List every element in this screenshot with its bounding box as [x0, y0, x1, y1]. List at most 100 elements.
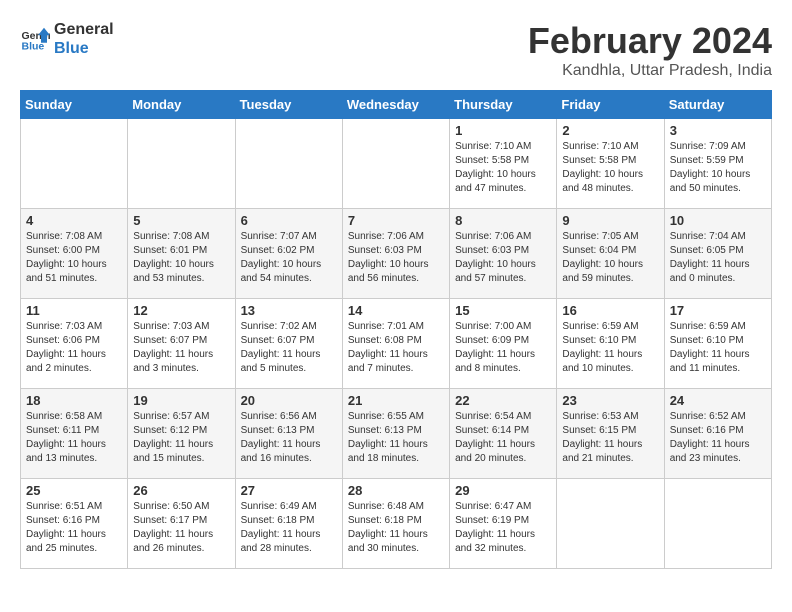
day-info: Sunrise: 6:56 AM Sunset: 6:13 PM Dayligh…: [241, 410, 337, 466]
day-info: Sunrise: 6:51 AM Sunset: 6:16 PM Dayligh…: [26, 500, 122, 556]
logo-general: General: [54, 20, 114, 39]
day-number: 28: [348, 483, 444, 498]
day-number: 12: [133, 303, 229, 318]
empty-day-cell: [128, 119, 235, 209]
day-number: 4: [26, 213, 122, 228]
calendar-day-cell: 15 Sunrise: 7:00 AM Sunset: 6:09 PM Dayli…: [450, 299, 557, 389]
day-number: 24: [670, 393, 766, 408]
calendar-day-cell: 18 Sunrise: 6:58 AM Sunset: 6:11 PM Dayli…: [21, 389, 128, 479]
calendar-day-cell: 7Sunrise: 7:06 AM Sunset: 6:03 PM Daylig…: [342, 209, 449, 299]
calendar-day-cell: 25 Sunrise: 6:51 AM Sunset: 6:16 PM Dayli…: [21, 479, 128, 569]
calendar-day-cell: 16 Sunrise: 6:59 AM Sunset: 6:10 PM Dayli…: [557, 299, 664, 389]
page-title: February 2024: [528, 20, 772, 62]
day-info: Sunrise: 7:06 AM Sunset: 6:03 PM Dayligh…: [348, 230, 444, 286]
calendar-week-row: 25 Sunrise: 6:51 AM Sunset: 6:16 PM Dayli…: [21, 479, 772, 569]
weekday-header-wednesday: Wednesday: [342, 91, 449, 119]
day-info: Sunrise: 6:58 AM Sunset: 6:11 PM Dayligh…: [26, 410, 122, 466]
day-info: Sunrise: 6:49 AM Sunset: 6:18 PM Dayligh…: [241, 500, 337, 556]
calendar-day-cell: 10Sunrise: 7:04 AM Sunset: 6:05 PM Dayli…: [664, 209, 771, 299]
calendar-week-row: 1 Sunrise: 7:10 AM Sunset: 5:58 PM Daylig…: [21, 119, 772, 209]
calendar-day-cell: 3 Sunrise: 7:09 AM Sunset: 5:59 PM Daylig…: [664, 119, 771, 209]
day-info: Sunrise: 7:07 AM Sunset: 6:02 PM Dayligh…: [241, 230, 337, 286]
calendar-week-row: 18 Sunrise: 6:58 AM Sunset: 6:11 PM Dayli…: [21, 389, 772, 479]
day-info: Sunrise: 6:57 AM Sunset: 6:12 PM Dayligh…: [133, 410, 229, 466]
calendar-day-cell: 28 Sunrise: 6:48 AM Sunset: 6:18 PM Dayli…: [342, 479, 449, 569]
calendar-day-cell: 19 Sunrise: 6:57 AM Sunset: 6:12 PM Dayli…: [128, 389, 235, 479]
day-number: 25: [26, 483, 122, 498]
calendar-day-cell: 27Sunrise: 6:49 AM Sunset: 6:18 PM Dayli…: [235, 479, 342, 569]
day-info: Sunrise: 6:59 AM Sunset: 6:10 PM Dayligh…: [562, 320, 658, 376]
day-number: 23: [562, 393, 658, 408]
day-info: Sunrise: 7:10 AM Sunset: 5:58 PM Dayligh…: [562, 140, 658, 196]
day-info: Sunrise: 7:03 AM Sunset: 6:06 PM Dayligh…: [26, 320, 122, 376]
page-subtitle: Kandhla, Uttar Pradesh, India: [528, 62, 772, 80]
calendar-day-cell: 24 Sunrise: 6:52 AM Sunset: 6:16 PM Dayli…: [664, 389, 771, 479]
weekday-header-saturday: Saturday: [664, 91, 771, 119]
calendar-day-cell: 4 Sunrise: 7:08 AM Sunset: 6:00 PM Daylig…: [21, 209, 128, 299]
day-info: Sunrise: 7:10 AM Sunset: 5:58 PM Dayligh…: [455, 140, 551, 196]
day-info: Sunrise: 7:09 AM Sunset: 5:59 PM Dayligh…: [670, 140, 766, 196]
day-number: 6: [241, 213, 337, 228]
day-info: Sunrise: 6:52 AM Sunset: 6:16 PM Dayligh…: [670, 410, 766, 466]
svg-text:Blue: Blue: [22, 41, 45, 53]
day-number: 2: [562, 123, 658, 138]
day-number: 9: [562, 213, 658, 228]
empty-day-cell: [342, 119, 449, 209]
day-number: 15: [455, 303, 551, 318]
calendar-day-cell: 1 Sunrise: 7:10 AM Sunset: 5:58 PM Daylig…: [450, 119, 557, 209]
weekday-header-friday: Friday: [557, 91, 664, 119]
calendar-day-cell: 9Sunrise: 7:05 AM Sunset: 6:04 PM Daylig…: [557, 209, 664, 299]
calendar-day-cell: 22Sunrise: 6:54 AM Sunset: 6:14 PM Dayli…: [450, 389, 557, 479]
day-info: Sunrise: 6:53 AM Sunset: 6:15 PM Dayligh…: [562, 410, 658, 466]
calendar-body: 1 Sunrise: 7:10 AM Sunset: 5:58 PM Daylig…: [21, 119, 772, 569]
day-info: Sunrise: 6:55 AM Sunset: 6:13 PM Dayligh…: [348, 410, 444, 466]
calendar-header: SundayMondayTuesdayWednesdayThursdayFrid…: [21, 91, 772, 119]
day-number: 29: [455, 483, 551, 498]
day-number: 17: [670, 303, 766, 318]
calendar-day-cell: 12 Sunrise: 7:03 AM Sunset: 6:07 PM Dayli…: [128, 299, 235, 389]
calendar-day-cell: 14Sunrise: 7:01 AM Sunset: 6:08 PM Dayli…: [342, 299, 449, 389]
day-info: Sunrise: 7:03 AM Sunset: 6:07 PM Dayligh…: [133, 320, 229, 376]
weekday-header-sunday: Sunday: [21, 91, 128, 119]
calendar-day-cell: 13Sunrise: 7:02 AM Sunset: 6:07 PM Dayli…: [235, 299, 342, 389]
calendar-day-cell: 11 Sunrise: 7:03 AM Sunset: 6:06 PM Dayli…: [21, 299, 128, 389]
day-number: 21: [348, 393, 444, 408]
calendar-day-cell: 6 Sunrise: 7:07 AM Sunset: 6:02 PM Daylig…: [235, 209, 342, 299]
logo: General Blue General Blue: [20, 20, 114, 58]
day-info: Sunrise: 6:48 AM Sunset: 6:18 PM Dayligh…: [348, 500, 444, 556]
day-info: Sunrise: 7:04 AM Sunset: 6:05 PM Dayligh…: [670, 230, 766, 286]
day-number: 5: [133, 213, 229, 228]
day-number: 13: [241, 303, 337, 318]
weekday-header-row: SundayMondayTuesdayWednesdayThursdayFrid…: [21, 91, 772, 119]
day-number: 16: [562, 303, 658, 318]
day-info: Sunrise: 7:08 AM Sunset: 6:01 PM Dayligh…: [133, 230, 229, 286]
day-info: Sunrise: 7:08 AM Sunset: 6:00 PM Dayligh…: [26, 230, 122, 286]
day-number: 1: [455, 123, 551, 138]
day-info: Sunrise: 7:06 AM Sunset: 6:03 PM Dayligh…: [455, 230, 551, 286]
header: General Blue General Blue February 2024 …: [20, 20, 772, 80]
day-info: Sunrise: 7:01 AM Sunset: 6:08 PM Dayligh…: [348, 320, 444, 376]
day-number: 11: [26, 303, 122, 318]
day-info: Sunrise: 6:59 AM Sunset: 6:10 PM Dayligh…: [670, 320, 766, 376]
calendar-day-cell: 20 Sunrise: 6:56 AM Sunset: 6:13 PM Dayli…: [235, 389, 342, 479]
day-number: 8: [455, 213, 551, 228]
day-info: Sunrise: 7:00 AM Sunset: 6:09 PM Dayligh…: [455, 320, 551, 376]
day-info: Sunrise: 6:54 AM Sunset: 6:14 PM Dayligh…: [455, 410, 551, 466]
weekday-header-thursday: Thursday: [450, 91, 557, 119]
calendar-day-cell: 17 Sunrise: 6:59 AM Sunset: 6:10 PM Dayli…: [664, 299, 771, 389]
calendar-week-row: 4 Sunrise: 7:08 AM Sunset: 6:00 PM Daylig…: [21, 209, 772, 299]
day-number: 20: [241, 393, 337, 408]
empty-day-cell: [664, 479, 771, 569]
empty-day-cell: [21, 119, 128, 209]
empty-day-cell: [235, 119, 342, 209]
logo-blue: Blue: [54, 39, 114, 58]
calendar-day-cell: 8 Sunrise: 7:06 AM Sunset: 6:03 PM Daylig…: [450, 209, 557, 299]
calendar-day-cell: 29Sunrise: 6:47 AM Sunset: 6:19 PM Dayli…: [450, 479, 557, 569]
weekday-header-monday: Monday: [128, 91, 235, 119]
day-number: 18: [26, 393, 122, 408]
day-number: 19: [133, 393, 229, 408]
title-area: February 2024 Kandhla, Uttar Pradesh, In…: [528, 20, 772, 80]
calendar-day-cell: 23 Sunrise: 6:53 AM Sunset: 6:15 PM Dayli…: [557, 389, 664, 479]
empty-day-cell: [557, 479, 664, 569]
day-number: 3: [670, 123, 766, 138]
